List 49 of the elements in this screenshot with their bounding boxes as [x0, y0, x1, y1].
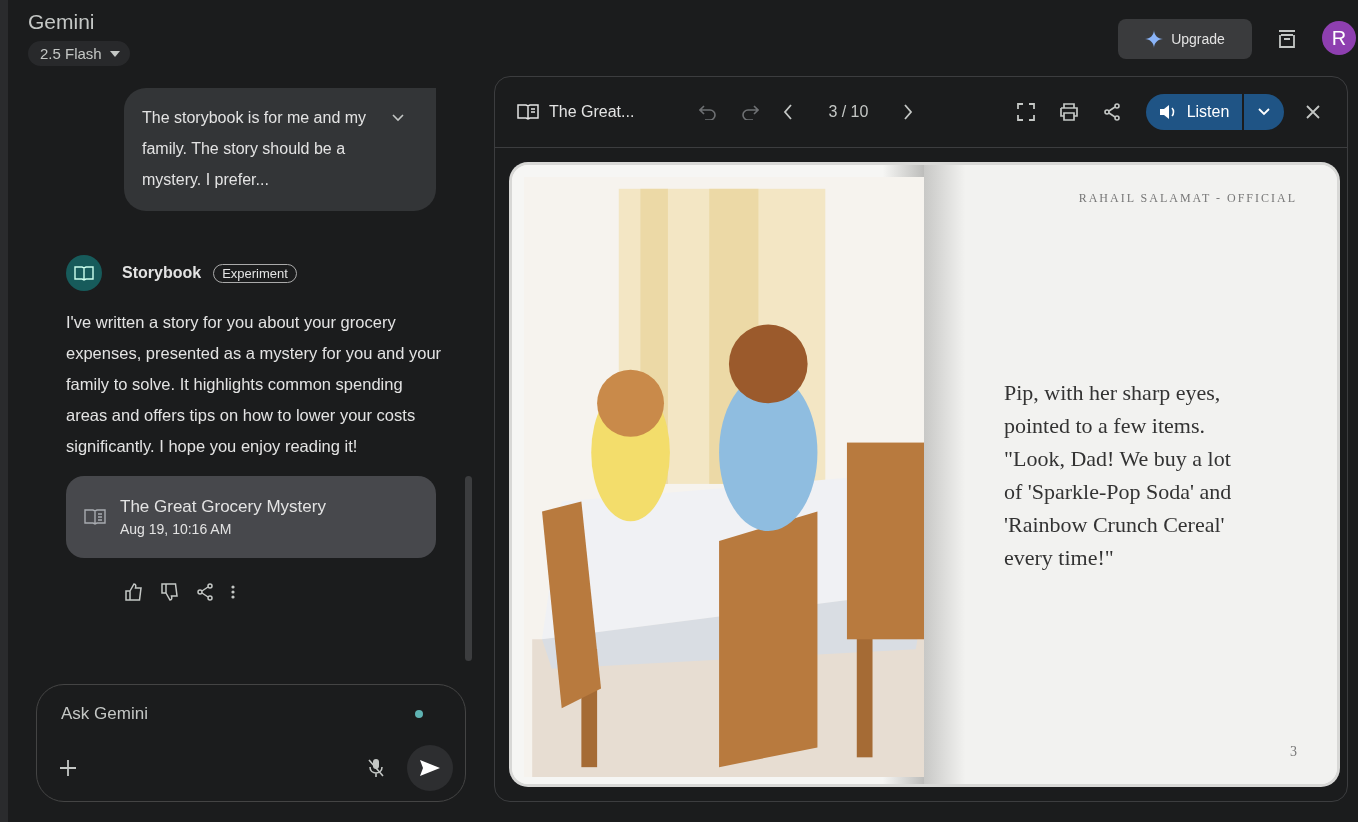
model-selector[interactable]: 2.5 Flash [28, 41, 130, 66]
plus-icon[interactable] [59, 759, 77, 777]
book-icon [74, 265, 94, 281]
send-button[interactable] [407, 745, 453, 791]
fullscreen-icon[interactable] [1017, 103, 1035, 121]
page-number: 3 [1290, 744, 1297, 760]
story-text-line: "Look, Dad! We buy a lot [1004, 445, 1232, 473]
print-icon[interactable] [1059, 103, 1079, 121]
chevron-icon [1258, 108, 1270, 116]
page-indicator: 3 / 10 [828, 103, 869, 121]
thumbs-up-icon[interactable] [124, 582, 144, 602]
message-text: The storybook is for me and my family. The story should be a mystery. I prefer... [142, 108, 368, 190]
status-dot [415, 710, 423, 718]
close-icon[interactable] [1306, 105, 1320, 119]
upgrade-button[interactable]: Upgrade [1118, 19, 1252, 59]
share-icon[interactable] [196, 583, 214, 601]
previous-icon[interactable] [783, 104, 794, 120]
story-text-line: pointed to a few items. [1004, 412, 1206, 440]
app-title: Gemini [28, 10, 96, 35]
share-icon[interactable] [1103, 103, 1121, 121]
caret-icon [109, 50, 120, 57]
chevron-icon [392, 114, 404, 122]
listen-button[interactable]: Listen [1146, 94, 1242, 130]
more-icon[interactable] [230, 584, 236, 600]
book-icon [517, 103, 539, 121]
next-icon[interactable] [903, 104, 914, 120]
story-title: The Great Grocery Mystery [120, 497, 326, 517]
thumbs-down-icon[interactable] [160, 582, 180, 602]
archive-icon[interactable] [1276, 27, 1298, 49]
story-text-line: of 'Sparkle-Pop Soda' and [1004, 478, 1233, 506]
book-icon [84, 508, 106, 526]
response-text: I've written a story for you about your grocery expenses, presented as a mystery for you and your family to solve. It highlights common spending areas and offers tips on how to lower your costs significantly. I hope you enjoy reading it! [66, 312, 442, 457]
prompt-field[interactable]: Ask Gemini [59, 703, 263, 725]
prompt-box[interactable]: Ask Gemini [36, 684, 466, 802]
send-icon [419, 759, 441, 777]
story-title: The Great... [549, 103, 635, 121]
story-text-line: Pip, with her sharp eyes, [1004, 379, 1222, 407]
story-card[interactable]: The Great Grocery Mystery Aug 19, 10:16 AM [66, 476, 436, 558]
author-name: Storybook [122, 264, 202, 282]
story-text-line: 'Rainbow Crunch Cereal' [1004, 511, 1226, 539]
story-date: Aug 19, 10:16 AM [120, 521, 233, 537]
speaker-icon [1158, 104, 1177, 120]
listen-options-button[interactable] [1244, 94, 1284, 130]
user-avatar[interactable]: R [1322, 21, 1356, 55]
scrollbar[interactable] [465, 476, 472, 661]
story-text-line: every time!" [1004, 544, 1115, 572]
mic-off-icon[interactable] [367, 758, 385, 778]
page-header: RAHAIL SALAMAT - OFFICIAL [1078, 191, 1297, 206]
sparkle-icon [1145, 30, 1164, 48]
